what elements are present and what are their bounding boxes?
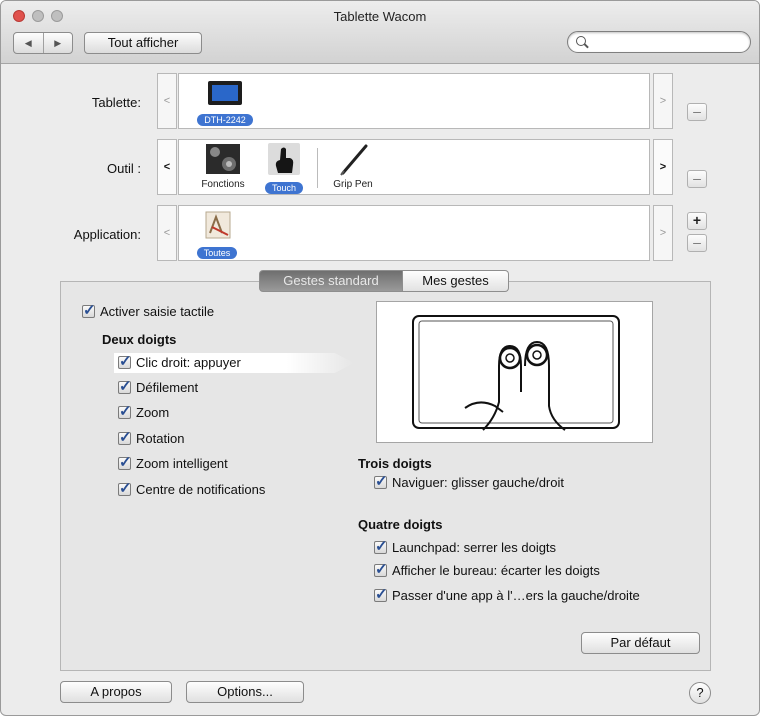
- tablet-item-label: DTH-2242: [197, 114, 253, 126]
- express-keys-icon: [206, 144, 240, 174]
- gesture-tabs: Gestes standard Mes gestes: [259, 270, 509, 292]
- checkbox-checked: [374, 472, 388, 490]
- checkbox-checked: [118, 352, 132, 370]
- gesture-show-desktop-checkbox[interactable]: Afficher le bureau: écarter les doigts: [374, 560, 600, 578]
- tool-prev-button[interactable]: <: [157, 139, 177, 195]
- tab-gestes-standard[interactable]: Gestes standard: [259, 270, 403, 292]
- checkbox-label: Passer d'une app à l'…ers la gauche/droi…: [392, 588, 640, 603]
- tool-divider: [317, 148, 318, 188]
- help-button[interactable]: ?: [689, 682, 711, 704]
- four-fingers-heading: Quatre doigts: [358, 517, 443, 532]
- search-icon: [576, 36, 586, 46]
- gesture-scroll-checkbox[interactable]: Défilement: [118, 377, 199, 395]
- tablet-next-button[interactable]: >: [653, 73, 673, 129]
- title-bar: Tablette Wacom ◀ ▶ Tout afficher: [1, 1, 759, 64]
- checkbox-checked: [374, 537, 388, 555]
- tablet-label: Tablette:: [91, 95, 141, 110]
- application-label: Application:: [73, 227, 141, 242]
- checkbox-label: Afficher le bureau: écarter les doigts: [392, 563, 600, 578]
- checkbox-checked: [374, 560, 388, 578]
- enable-touch-checkbox[interactable]: Activer saisie tactile: [82, 301, 215, 319]
- checkbox-label: Activer saisie tactile: [100, 304, 215, 319]
- application-prev-button[interactable]: <: [157, 205, 177, 261]
- two-finger-tap-illustration: [412, 315, 620, 431]
- gesture-smart-zoom-checkbox[interactable]: Zoom intelligent: [118, 453, 228, 471]
- tool-label: Outil :: [107, 161, 141, 176]
- checkbox-checked: [82, 301, 96, 319]
- remove-application-button[interactable]: –: [687, 234, 707, 252]
- tablet-item-dth-2242[interactable]: DTH-2242: [185, 78, 265, 126]
- checkbox-label: Launchpad: serrer les doigts: [392, 540, 557, 555]
- preferences-window: Tablette Wacom ◀ ▶ Tout afficher Tablett…: [0, 0, 760, 716]
- checkbox-checked: [374, 585, 388, 603]
- application-item-toutes[interactable]: Toutes: [187, 209, 247, 259]
- application-item-label: Toutes: [196, 247, 238, 259]
- checkbox-checked: [118, 402, 132, 420]
- tab-mes-gestes[interactable]: Mes gestes: [403, 270, 509, 292]
- forward-button[interactable]: ▶: [42, 33, 73, 53]
- tool-item-fonctions[interactable]: Fonctions: [193, 142, 253, 190]
- application-strip: Toutes: [178, 205, 650, 261]
- tool-item-label: Grip Pen: [333, 179, 373, 190]
- back-forward-control: ◀ ▶: [13, 32, 73, 54]
- default-button[interactable]: Par défaut: [581, 632, 700, 654]
- checkbox-label: Rotation: [136, 431, 185, 446]
- checkbox-checked: [118, 453, 132, 471]
- gesture-preview: [376, 301, 653, 443]
- remove-tool-button[interactable]: –: [687, 170, 707, 188]
- two-fingers-heading: Deux doigts: [102, 332, 177, 347]
- application-next-button[interactable]: >: [653, 205, 673, 261]
- tablet-device-icon: [208, 81, 242, 105]
- checkbox-label: Zoom intelligent: [136, 456, 228, 471]
- three-fingers-heading: Trois doigts: [358, 456, 432, 471]
- tool-item-grip-pen[interactable]: Grip Pen: [325, 142, 381, 190]
- all-applications-icon: [205, 211, 231, 239]
- about-button[interactable]: A propos: [60, 681, 172, 703]
- remove-tablet-button[interactable]: –: [687, 103, 707, 121]
- tool-item-label: Fonctions: [201, 179, 245, 190]
- checkbox-checked: [118, 428, 132, 446]
- tool-item-label-selected: Touch: [264, 182, 304, 194]
- gesture-notification-center-checkbox[interactable]: Centre de notifications: [118, 479, 266, 497]
- checkbox-label: Défilement: [136, 380, 199, 395]
- tool-next-button[interactable]: >: [653, 139, 673, 195]
- gesture-rotation-checkbox[interactable]: Rotation: [118, 428, 185, 446]
- grip-pen-icon: [340, 144, 368, 176]
- tablet-strip: DTH-2242: [178, 73, 650, 129]
- gesture-right-click-checkbox[interactable]: Clic droit: appuyer: [118, 352, 241, 370]
- tool-strip: Fonctions Touch Grip Pen: [178, 139, 650, 195]
- tool-item-touch[interactable]: Touch: [259, 142, 309, 194]
- tablet-prev-button[interactable]: <: [157, 73, 177, 129]
- checkbox-label: Clic droit: appuyer: [136, 355, 241, 370]
- options-button[interactable]: Options...: [186, 681, 304, 703]
- search-field: [567, 31, 751, 53]
- window-title: Tablette Wacom: [333, 9, 427, 24]
- gesture-launchpad-checkbox[interactable]: Launchpad: serrer les doigts: [374, 537, 557, 555]
- checkbox-checked: [118, 479, 132, 497]
- checkbox-checked: [118, 377, 132, 395]
- gesture-zoom-checkbox[interactable]: Zoom: [118, 402, 170, 420]
- checkbox-label: Naviguer: glisser gauche/droit: [392, 475, 564, 490]
- checkbox-label: Centre de notifications: [136, 482, 266, 497]
- gesture-navigate-checkbox[interactable]: Naviguer: glisser gauche/droit: [374, 472, 564, 490]
- gesture-switch-app-checkbox[interactable]: Passer d'une app à l'…ers la gauche/droi…: [374, 585, 640, 603]
- add-application-button[interactable]: +: [687, 212, 707, 230]
- hand-touch-icon: [268, 143, 300, 175]
- back-button[interactable]: ◀: [14, 33, 43, 53]
- search-input[interactable]: [592, 34, 746, 52]
- show-all-button[interactable]: Tout afficher: [84, 32, 202, 54]
- checkbox-label: Zoom: [136, 405, 170, 420]
